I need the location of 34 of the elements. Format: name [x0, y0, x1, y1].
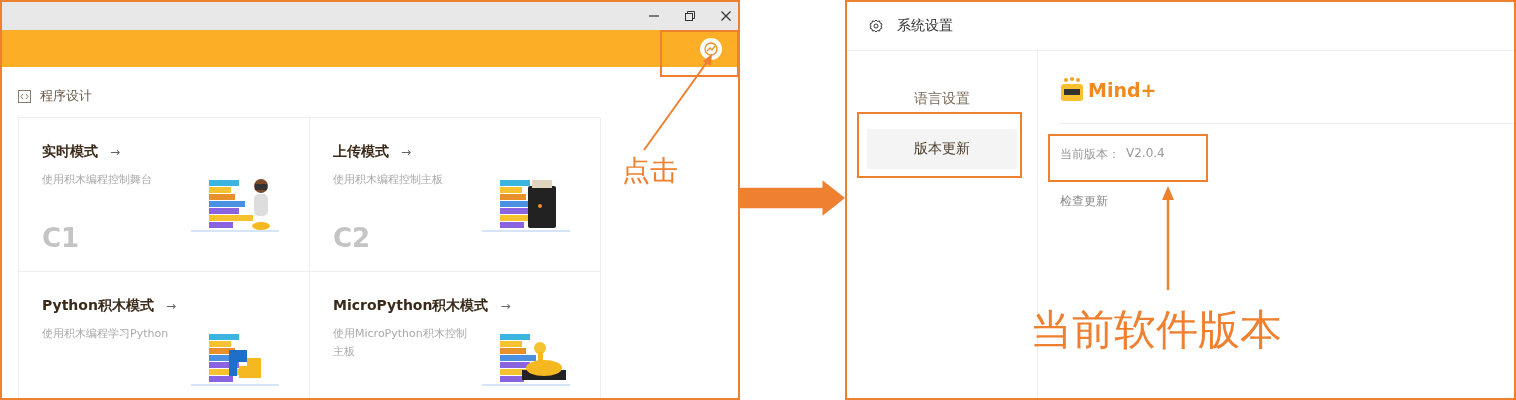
window-title: 系统设置: [897, 17, 953, 35]
mode-card[interactable]: MicroPython积木模式 → 使用MicroPython积木控制主板: [310, 272, 601, 398]
arrow-glyph: →: [110, 145, 121, 159]
annotation-text: 当前软件版本: [1030, 304, 1282, 356]
mode-code: C2: [333, 223, 371, 253]
close-icon[interactable]: [720, 10, 732, 22]
arrow-glyph: →: [401, 145, 412, 159]
annotation-text: 点击: [622, 153, 678, 189]
mode-code: C1: [42, 223, 80, 253]
sidebar-item[interactable]: 语言设置: [867, 79, 1017, 119]
arrow-glyph: →: [165, 299, 176, 313]
code-icon: [18, 89, 31, 103]
mode-description: 使用积木编程控制主板: [333, 172, 444, 188]
version-label: 当前版本：: [1060, 146, 1120, 163]
product-name: Mind+: [1088, 79, 1157, 101]
mode-description: 使用MicroPython积木控制主板: [333, 326, 468, 360]
gauge-icon[interactable]: [700, 37, 722, 60]
version-number: V2.0.4: [1126, 146, 1165, 162]
check-update-link[interactable]: 检查更新: [1060, 193, 1108, 210]
mode-description: 使用积木编程学习Python: [42, 326, 170, 342]
section-title: 程序设计: [40, 87, 92, 105]
mode-description: 使用积木编程控制舞台: [42, 172, 153, 188]
mode-title: 上传模式: [333, 143, 389, 161]
sidebar-item[interactable]: 版本更新: [867, 129, 1017, 169]
arrow-glyph: →: [500, 299, 511, 313]
mode-title: MicroPython积木模式: [333, 297, 489, 315]
mode-card[interactable]: Python积木模式 → 使用积木编程学习Python: [19, 272, 310, 398]
restore-icon[interactable]: [684, 10, 696, 22]
mode-card[interactable]: 实时模式 → 使用积木编程控制舞台 C1: [19, 118, 310, 272]
mode-title: 实时模式: [42, 143, 98, 161]
settings-icon: [869, 19, 883, 33]
robot-logo-icon: [1060, 77, 1084, 103]
mode-title: Python积木模式: [42, 297, 154, 315]
mode-card[interactable]: 上传模式 → 使用积木编程控制主板 C2: [310, 118, 601, 272]
